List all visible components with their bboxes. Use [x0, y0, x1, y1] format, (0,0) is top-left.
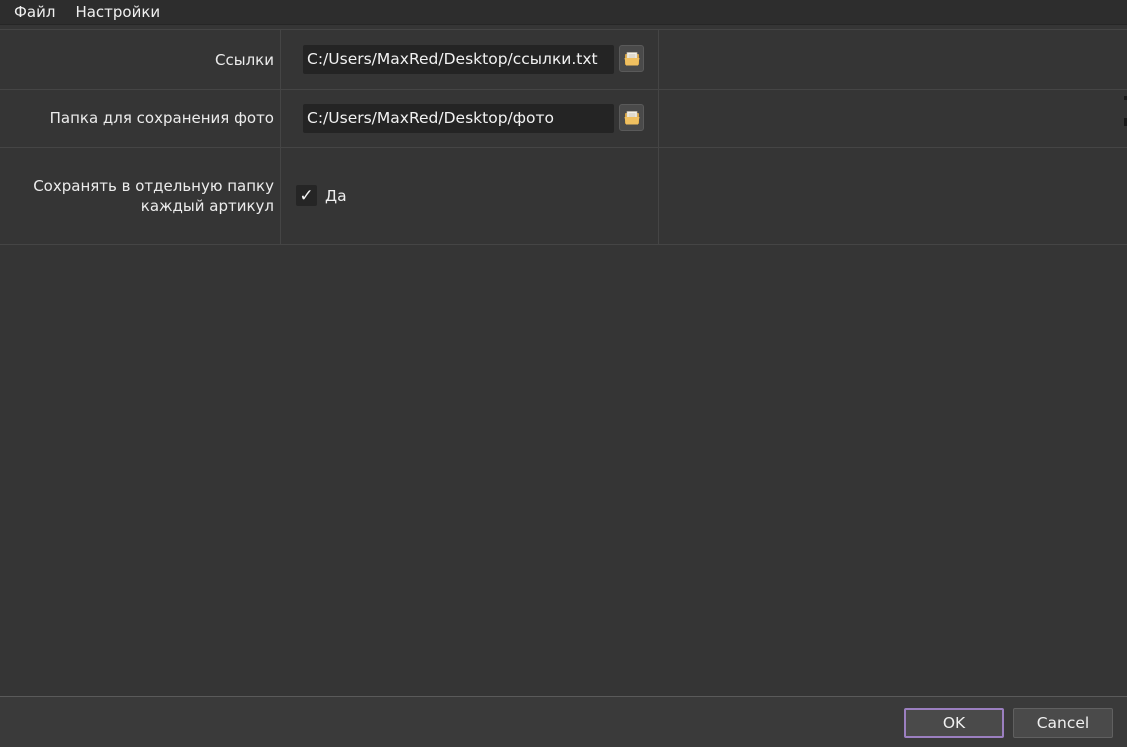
- dialog-button-bar: OK Cancel: [0, 696, 1127, 747]
- menu-file[interactable]: Файл: [0, 0, 65, 24]
- separate-folder-row: Сохранять в отдельную папку каждый артик…: [0, 148, 1127, 245]
- separate-folder-label-line1: Сохранять в отдельную папку: [33, 177, 274, 195]
- links-label-text: Ссылки: [215, 50, 274, 69]
- open-folder-icon: [624, 110, 639, 124]
- photo-folder-path-input[interactable]: [303, 104, 614, 133]
- menu-bar: Файл Настройки: [0, 0, 1127, 25]
- separate-folder-label-text: Сохранять в отдельную папку каждый артик…: [33, 176, 274, 216]
- separate-folder-checkbox-wrap[interactable]: ✓ Да: [296, 185, 347, 206]
- links-value-cell: [282, 30, 659, 89]
- photo-folder-label: Папка для сохранения фото: [0, 89, 281, 147]
- separate-folder-value-cell: ✓ Да: [282, 148, 659, 244]
- cancel-button[interactable]: Cancel: [1013, 708, 1113, 738]
- photo-folder-label-text: Папка для сохранения фото: [49, 109, 274, 127]
- photo-folder-browse-button[interactable]: [619, 104, 644, 131]
- separate-folder-checkbox[interactable]: ✓: [296, 185, 317, 206]
- links-browse-button[interactable]: [619, 45, 644, 72]
- separate-folder-label-line2: каждый артикул: [140, 197, 274, 215]
- open-folder-icon: [624, 51, 639, 65]
- menu-settings[interactable]: Настройки: [65, 0, 170, 24]
- settings-window: Файл Настройки Ссылки C:/Users/MaxRed/De…: [0, 0, 1127, 747]
- photo-folder-row: Папка для сохранения фото: [0, 89, 1127, 148]
- links-path-input[interactable]: [303, 45, 614, 74]
- links-row: Ссылки: [0, 29, 1127, 90]
- links-label: Ссылки: [0, 30, 281, 89]
- separate-folder-label: Сохранять в отдельную папку каждый артик…: [0, 148, 281, 244]
- separate-folder-checkbox-label[interactable]: Да: [325, 187, 347, 205]
- ok-button[interactable]: OK: [904, 708, 1004, 738]
- photo-folder-value-cell: [282, 89, 659, 147]
- check-mark-icon: ✓: [299, 185, 314, 206]
